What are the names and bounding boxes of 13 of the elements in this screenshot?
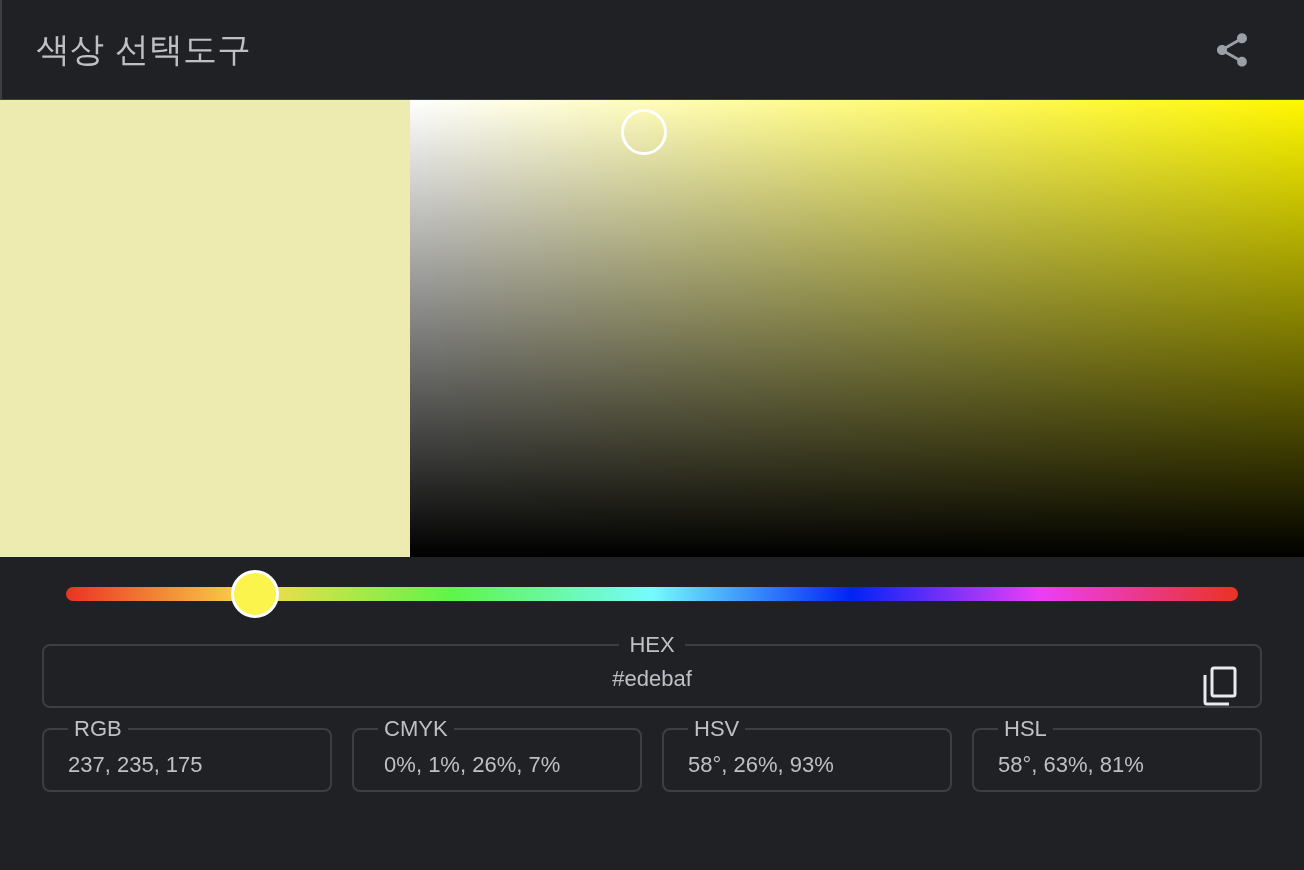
format-value: 58°, 63%, 81% bbox=[998, 752, 1145, 778]
format-label: RGB bbox=[73, 716, 123, 742]
hex-value: #edebaf bbox=[612, 666, 692, 692]
app-title: 색상 선택도구 bbox=[36, 27, 251, 71]
format-label: HSL bbox=[1003, 716, 1048, 742]
slider-thumb[interactable] bbox=[230, 570, 279, 618]
hex-label: HEX bbox=[628, 632, 676, 658]
format-value: 0%, 1%, 26%, 7% bbox=[383, 752, 562, 778]
format-label: CMYK bbox=[383, 716, 449, 742]
saturation-value-area[interactable] bbox=[410, 100, 1304, 557]
format-value: 237, 235, 175 bbox=[68, 752, 204, 778]
format-value: 58°, 26%, 93% bbox=[688, 752, 835, 778]
format-label: HSV bbox=[693, 716, 741, 742]
